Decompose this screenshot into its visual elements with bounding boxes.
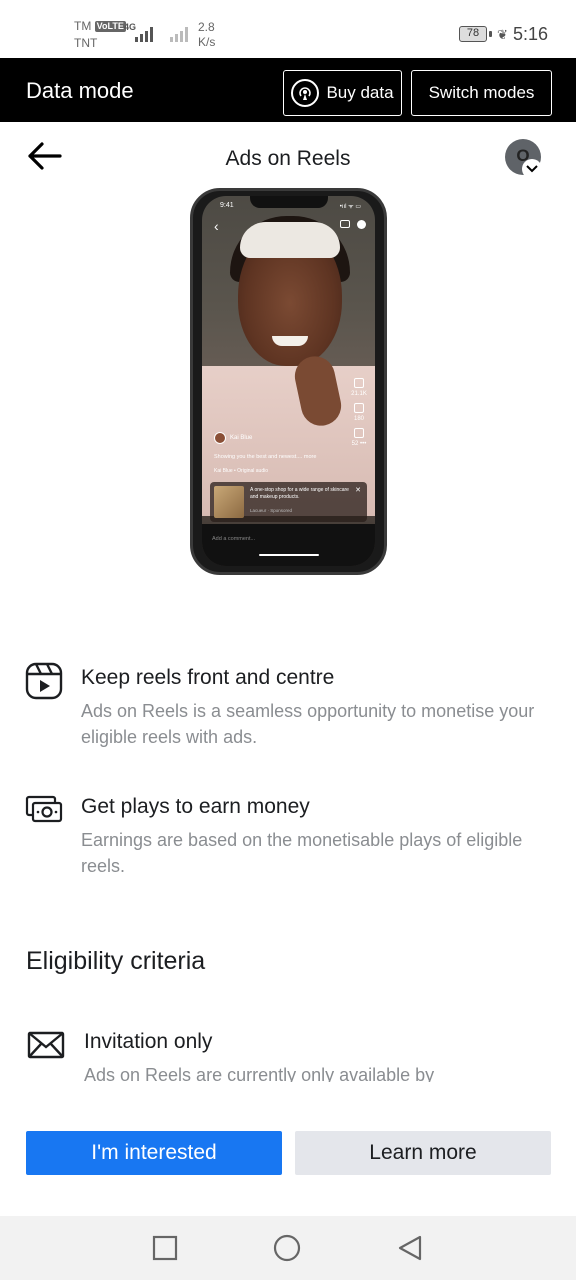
learn-more-button[interactable]: Learn more [295,1131,551,1175]
feature-description: Ads on Reels is a seamless opportunity t… [81,701,535,747]
battery-tip [489,31,492,37]
money-icon [25,791,63,829]
ad-thumbnail [214,486,244,518]
phone-camera-icon [340,220,350,228]
phone-profile-icon [357,220,366,229]
carrier-top: TM [74,19,92,33]
ad-sponsor: Lacueur · Sponsored [250,508,293,513]
feature-earnings: Get plays to earn money Earnings are bas… [0,795,576,885]
phone-user: Kai Blue [214,432,252,444]
network-speed: 2.8 K/s [198,20,215,50]
eligibility-item-title: Invitation only [84,1030,213,1053]
eligibility-item-description: Ads on Reels are currently only availabl… [84,1065,435,1082]
comment-count: 180 [353,416,364,422]
phone-audio: Kai Blue • Original audio [214,468,269,474]
ad-close-icon: ✕ [355,487,361,494]
like-count: 21.1K [351,391,367,397]
data-mode-bar: Data mode Buy data Switch modes [0,58,576,122]
preview-smile [272,336,308,346]
feature-description: Earnings are based on the monetisable pl… [81,830,523,876]
data-mode-title: Data mode [26,78,134,103]
feature-title: Get plays to earn money [81,795,310,818]
share-icon [354,428,364,438]
page-title: Ads on Reels [225,147,351,170]
phone-preview: 9:41 •ııl ᯤ ▭ ‹ 21.1K 180 52 ••• Kai Blu… [190,188,387,575]
comment-placeholder: Add a comment... [212,536,256,542]
comment-icon [354,403,364,413]
broadcast-icon [291,79,320,107]
eligibility-item: Invitation only Ads on Reels are current… [0,1030,576,1082]
leaf-icon: ❦ [497,27,508,42]
speed-value: 2.8 [198,20,215,34]
eligibility-title: Eligibility criteria [26,947,206,975]
status-bar: TM VoLTE TNT 4G 2.8 K/s 78 ❦ 5:16 [0,0,576,58]
reels-icon [25,662,63,700]
home-indicator [259,554,319,556]
phone-username: Kai Blue [230,435,253,441]
page-header: Ads on Reels O [0,122,576,192]
like-icon [354,378,364,388]
signal-secondary-icon [170,26,188,42]
chevron-down-icon[interactable] [522,159,542,179]
ad-text: A one-stop shop for a wide range of skin… [250,487,349,500]
phone-bottom-bar: Add a comment... [202,524,375,566]
phone-ad-card: A one-stop shop for a wide range of skin… [210,482,367,522]
phone-back-icon: ‹ [214,218,219,234]
carrier-info: TM VoLTE TNT [74,18,126,52]
speed-unit: K/s [198,35,216,49]
phone-side-actions: 21.1K 180 52 ••• [351,374,367,449]
phone-status: •ııl ᯤ ▭ [339,204,361,210]
home-circle-icon[interactable] [273,1234,301,1262]
volte-badge: VoLTE [94,21,126,32]
buy-data-label: Buy data [326,83,394,102]
carrier-bottom: TNT [74,36,98,50]
interested-button[interactable]: I'm interested [26,1131,282,1175]
share-count: 52 [351,441,359,447]
signal-icon [135,26,153,42]
phone-time: 9:41 [220,202,234,209]
switch-modes-button[interactable]: Switch modes [411,70,552,116]
battery-icon: 78 [459,26,487,42]
feature-reels: Keep reels front and centre Ads on Reels… [0,662,576,756]
buy-data-button[interactable]: Buy data [283,70,402,116]
more-icon: ••• [360,441,367,447]
phone-user-avatar [214,432,226,444]
phone-caption: Showing you the best and newest.... more [214,454,317,460]
back-triangle-icon[interactable] [396,1234,424,1262]
recents-square-icon[interactable] [151,1234,179,1262]
feature-title: Keep reels front and centre [81,666,335,689]
phone-screen: 9:41 •ııl ᯤ ▭ ‹ 21.1K 180 52 ••• Kai Blu… [202,196,375,566]
preview-headband [240,222,340,258]
phone-notch [250,196,328,208]
envelope-icon [27,1030,65,1068]
clock: 5:16 [513,24,549,44]
system-nav-bar [0,1216,576,1280]
